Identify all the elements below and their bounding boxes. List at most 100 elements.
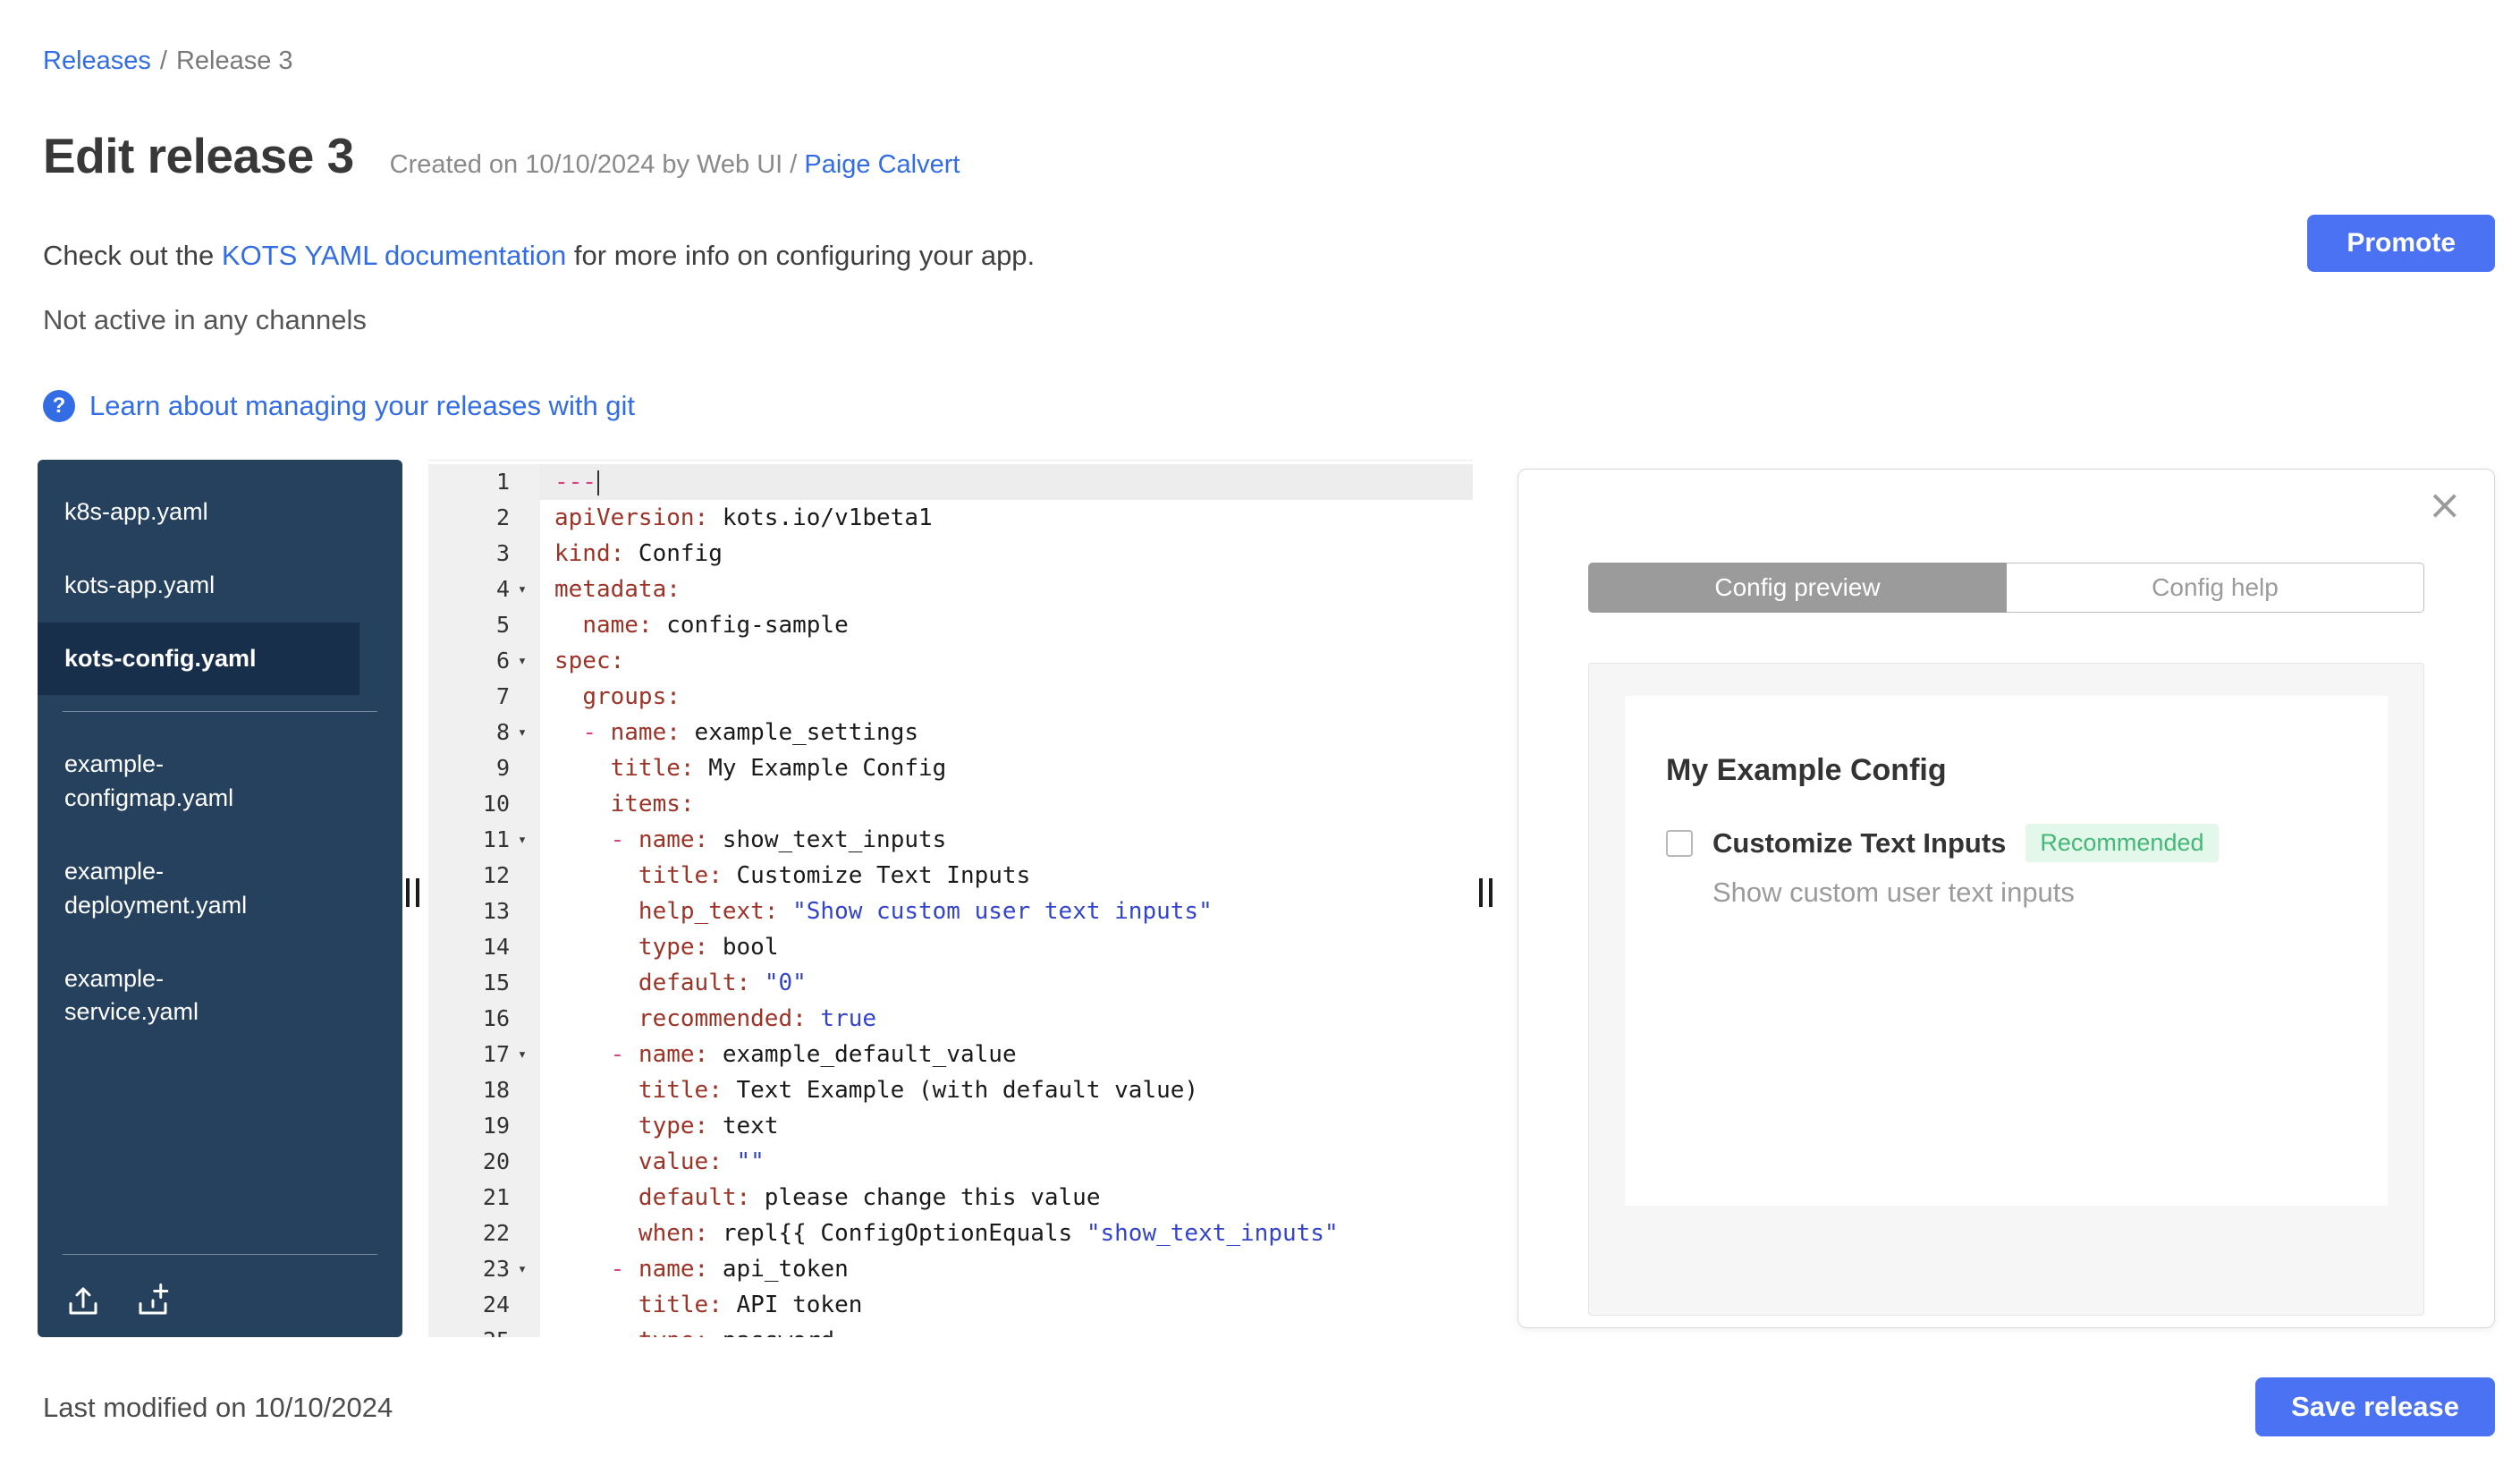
line-number: 21 xyxy=(482,1184,510,1210)
code-line-17[interactable]: 17 ▾ - name: example_default_value xyxy=(428,1037,1473,1072)
code-line-12[interactable]: 12 title: Customize Text Inputs xyxy=(428,858,1473,894)
code-line-13[interactable]: 13 help_text: "Show custom user text inp… xyxy=(428,894,1473,929)
fold-icon[interactable]: ▾ xyxy=(510,572,535,607)
file-item-example-configmap-yaml[interactable]: example-configmap.yaml xyxy=(38,728,324,835)
docs-line: Check out the KOTS YAML documentation fo… xyxy=(43,240,1035,272)
line-gutter: 4 ▾ xyxy=(428,572,540,607)
code-line-2[interactable]: 2 apiVersion: kots.io/v1beta1 xyxy=(428,500,1473,536)
line-gutter: 11 ▾ xyxy=(428,822,540,858)
line-number: 7 xyxy=(495,683,510,709)
file-item-example-deployment-yaml[interactable]: example-deployment.yaml xyxy=(38,835,324,943)
channel-status: Not active in any channels xyxy=(43,304,367,335)
yaml-editor[interactable]: 1 --- 2 apiVersion: kots.io/v1beta1 3 kind: C… xyxy=(428,460,1473,1337)
code-text: title: My Example Config xyxy=(610,755,947,782)
line-gutter: 8 ▾ xyxy=(428,715,540,750)
code-line-4[interactable]: 4 ▾ metadata: xyxy=(428,572,1473,607)
code-line-21[interactable]: 21 default: please change this value xyxy=(428,1180,1473,1216)
tab-config-preview[interactable]: Config preview xyxy=(1588,563,2007,613)
fold-icon[interactable]: ▾ xyxy=(510,1251,535,1287)
drag-handle-right[interactable] xyxy=(1479,878,1493,907)
config-card: My Example Config Customize Text Inputs … xyxy=(1625,696,2388,1206)
code-line-14[interactable]: 14 type: bool xyxy=(428,929,1473,965)
promote-button[interactable]: Promote xyxy=(2307,215,2495,272)
fold-icon[interactable]: ▾ xyxy=(510,643,535,679)
code-text: recommended: true xyxy=(638,1005,877,1032)
line-number: 8 xyxy=(495,719,510,745)
code-line-1[interactable]: 1 --- xyxy=(428,464,1473,500)
new-file-icon[interactable] xyxy=(134,1282,172,1319)
line-gutter: 6 ▾ xyxy=(428,643,540,679)
code-line-19[interactable]: 19 type: text xyxy=(428,1108,1473,1144)
line-number: 9 xyxy=(495,755,510,781)
fold-icon[interactable]: ▾ xyxy=(510,715,535,750)
tab-config-help[interactable]: Config help xyxy=(2007,563,2424,613)
code-text: title: Customize Text Inputs xyxy=(638,862,1031,889)
code-line-10[interactable]: 10 items: xyxy=(428,786,1473,822)
line-gutter: 2 xyxy=(428,500,540,536)
docs-link[interactable]: KOTS YAML documentation xyxy=(222,240,566,271)
line-gutter: 15 xyxy=(428,965,540,1001)
code-line-22[interactable]: 22 when: repl{{ ConfigOptionEquals "show… xyxy=(428,1216,1473,1251)
config-group-title: My Example Config xyxy=(1666,753,1947,787)
code-line-11[interactable]: 11 ▾ - name: show_text_inputs xyxy=(428,822,1473,858)
line-gutter: 12 xyxy=(428,858,540,894)
config-item-help-text: Show custom user text inputs xyxy=(1712,877,2075,908)
text-cursor xyxy=(596,470,599,496)
code-text: - name: show_text_inputs xyxy=(610,826,947,853)
line-gutter: 3 xyxy=(428,536,540,572)
code-line-3[interactable]: 3 kind: Config xyxy=(428,536,1473,572)
upload-file-icon[interactable] xyxy=(64,1282,102,1319)
breadcrumb-separator: / xyxy=(159,47,167,75)
line-number: 1 xyxy=(495,469,510,495)
config-item-label: Customize Text Inputs xyxy=(1712,826,2007,859)
line-number: 14 xyxy=(482,934,510,960)
breadcrumb-current: Release 3 xyxy=(175,47,293,75)
code-line-23[interactable]: 23 ▾ - name: api_token xyxy=(428,1251,1473,1287)
line-number: 11 xyxy=(482,826,510,852)
line-gutter: 5 xyxy=(428,607,540,643)
line-number: 25 xyxy=(428,1323,510,1337)
code-line-24[interactable]: 24 title: API token xyxy=(428,1287,1473,1323)
code-line-25[interactable]: 25 type: password xyxy=(428,1323,1473,1337)
customize-text-inputs-checkbox[interactable] xyxy=(1666,829,1693,857)
config-preview-area: My Example Config Customize Text Inputs … xyxy=(1588,663,2424,1316)
fold-icon[interactable]: ▾ xyxy=(510,1037,535,1072)
line-number: 20 xyxy=(482,1148,510,1174)
code-text: - name: example_default_value xyxy=(610,1041,1017,1068)
line-gutter: 18 xyxy=(428,1072,540,1108)
created-info: Created on 10/10/2024 by Web UI / Paige C… xyxy=(390,150,960,180)
code-line-16[interactable]: 16 recommended: true xyxy=(428,1001,1473,1037)
line-gutter: 16 xyxy=(428,1001,540,1037)
line-number: 5 xyxy=(495,612,510,638)
git-help-link[interactable]: Learn about managing your releases with … xyxy=(89,390,635,422)
code-line-9[interactable]: 9 title: My Example Config xyxy=(428,750,1473,786)
code-line-8[interactable]: 8 ▾ - name: example_settings xyxy=(428,715,1473,750)
last-modified-text: Last modified on 10/10/2024 xyxy=(43,1392,393,1423)
created-author-link[interactable]: Paige Calvert xyxy=(804,150,960,179)
file-item-kots-config-yaml[interactable]: kots-config.yaml xyxy=(38,622,359,696)
file-item-k8s-app-yaml[interactable]: k8s-app.yaml xyxy=(38,476,359,549)
code-line-7[interactable]: 7 groups: xyxy=(428,679,1473,715)
save-release-button[interactable]: Save release xyxy=(2255,1377,2495,1436)
file-tree-sidebar: k8s-app.yaml kots-app.yaml kots-config.yam… xyxy=(38,460,402,1337)
drag-handle-left[interactable] xyxy=(406,878,419,907)
file-tree-footer-divider xyxy=(63,1254,377,1255)
line-gutter: 14 xyxy=(428,929,540,965)
line-number: 15 xyxy=(482,970,510,995)
fold-icon[interactable]: ▾ xyxy=(510,822,535,858)
code-line-15[interactable]: 15 default: "0" xyxy=(428,965,1473,1001)
file-item-kots-app-yaml[interactable]: kots-app.yaml xyxy=(38,549,359,623)
code-line-18[interactable]: 18 title: Text Example (with default val… xyxy=(428,1072,1473,1108)
code-line-20[interactable]: 20 value: "" xyxy=(428,1144,1473,1180)
code-line-6[interactable]: 6 ▾ spec: xyxy=(428,643,1473,679)
title-row: Edit release 3 Created on 10/10/2024 by … xyxy=(43,127,960,184)
created-text: Created on 10/10/2024 by Web UI / xyxy=(389,150,798,179)
close-icon[interactable]: × xyxy=(2427,484,2462,525)
code-text: --- xyxy=(540,464,1473,500)
breadcrumb-releases-link[interactable]: Releases xyxy=(43,47,151,75)
code-text: default: please change this value xyxy=(638,1184,1101,1211)
file-item-example-service-yaml[interactable]: example-service.yaml xyxy=(38,943,324,1050)
recommended-badge: Recommended xyxy=(2025,824,2219,862)
line-gutter: 24 xyxy=(428,1287,540,1323)
code-line-5[interactable]: 5 name: config-sample xyxy=(428,607,1473,643)
